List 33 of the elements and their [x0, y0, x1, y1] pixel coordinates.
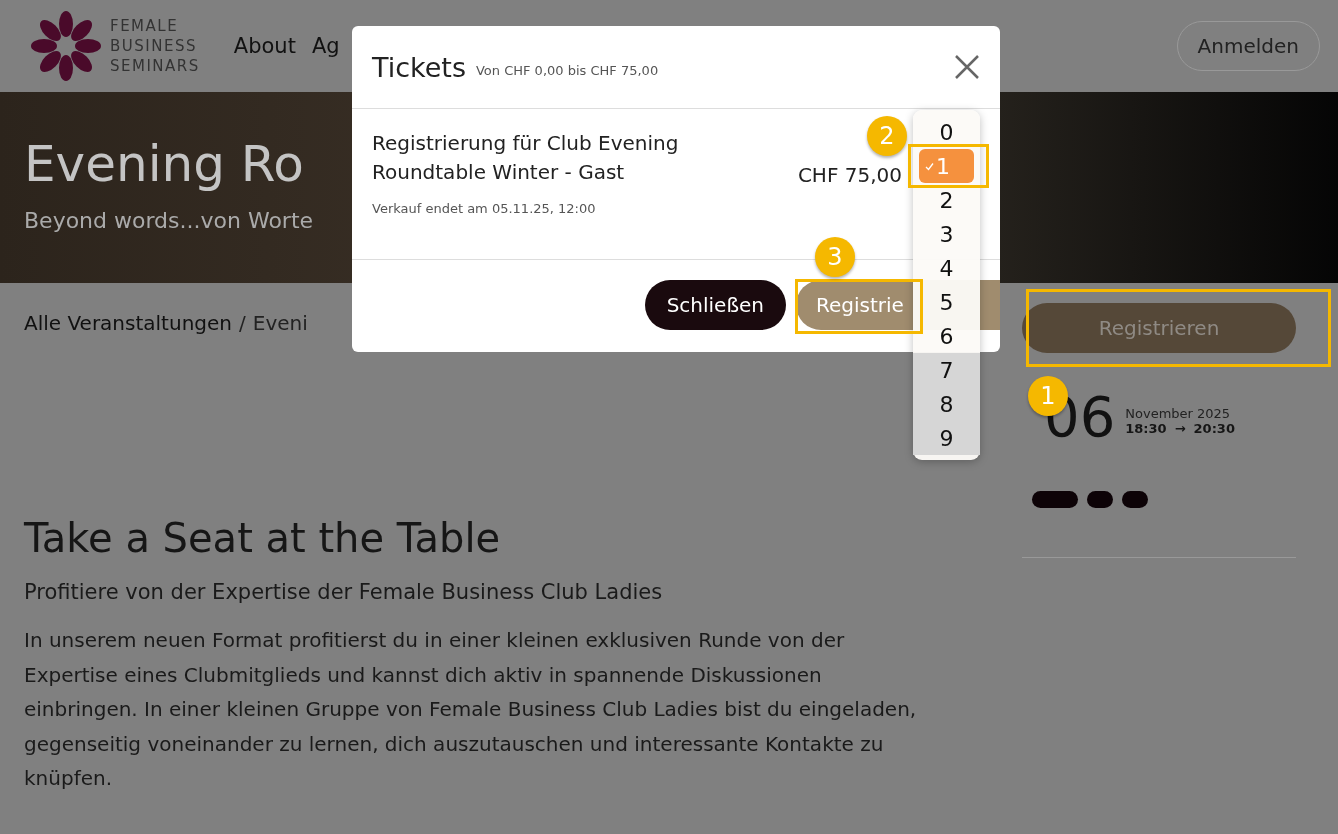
logo-text: SEMINARS	[110, 56, 200, 76]
start-time: 18:30	[1125, 421, 1167, 436]
ticket-name: Registrierung für Club Evening Roundtable Winter - Gast	[372, 130, 680, 186]
close-button[interactable]: Schließen	[644, 280, 786, 330]
logo-text: FEMALE	[110, 16, 180, 36]
pill-shape[interactable]	[1087, 491, 1113, 508]
arrow-glyph: →	[1174, 421, 1186, 436]
section-heading: Take a Seat at the Table	[24, 514, 502, 563]
check-icon	[925, 161, 934, 171]
sale-end-text: Verkauf endet am 05.11.25, 12:00	[372, 201, 597, 216]
breadcrumb-separator: /	[239, 311, 246, 335]
ticket-price: CHF 75,00	[797, 163, 902, 187]
breadcrumb-link[interactable]: Alle Veranstaltungen	[24, 311, 232, 335]
quantity-option[interactable]: 7	[913, 353, 980, 387]
quantity-option[interactable]: 9	[913, 421, 980, 455]
breadcrumb-current: Eveni	[252, 311, 308, 335]
hero-subtitle: Beyond words...von Worte	[24, 208, 314, 233]
logo-text: BUSINESS	[110, 36, 198, 56]
flower-logo-icon	[30, 10, 102, 82]
pill-shape[interactable]	[1032, 491, 1078, 508]
date-month-year: November 2025	[1125, 406, 1232, 421]
dialog-title: Tickets	[372, 51, 466, 83]
hero-title: Evening Ro	[24, 134, 304, 195]
quantity-option[interactable]: 8	[913, 387, 980, 421]
price-range: Von CHF 0,00 bis CHF 75,00	[475, 62, 659, 78]
description-paragraph: In unserem neuen Format profitierst du in einer kleinen exklusiven Runde von der Expertise eines Clubmitglieds und kannst dich aktiv in spannende Diskussionen einbringen. In einer kleinen Gruppe von Female Business Club Ladies bist du eingeladen, gegenseitig voneinander zu lernen, dich auszutauschen und interessante Kontakte zu knüpfen.	[24, 627, 918, 792]
nav-link[interactable]: Ag	[311, 34, 340, 58]
end-time: 20:30	[1193, 421, 1235, 436]
close-icon[interactable]	[954, 54, 980, 80]
section-subheading: Profitiere von der Expertise der Female Business Club Ladies	[24, 579, 664, 606]
pill-shape[interactable]	[1122, 491, 1148, 508]
nav-link[interactable]: About	[233, 34, 296, 58]
quantity-option[interactable]: 3	[917, 217, 976, 251]
